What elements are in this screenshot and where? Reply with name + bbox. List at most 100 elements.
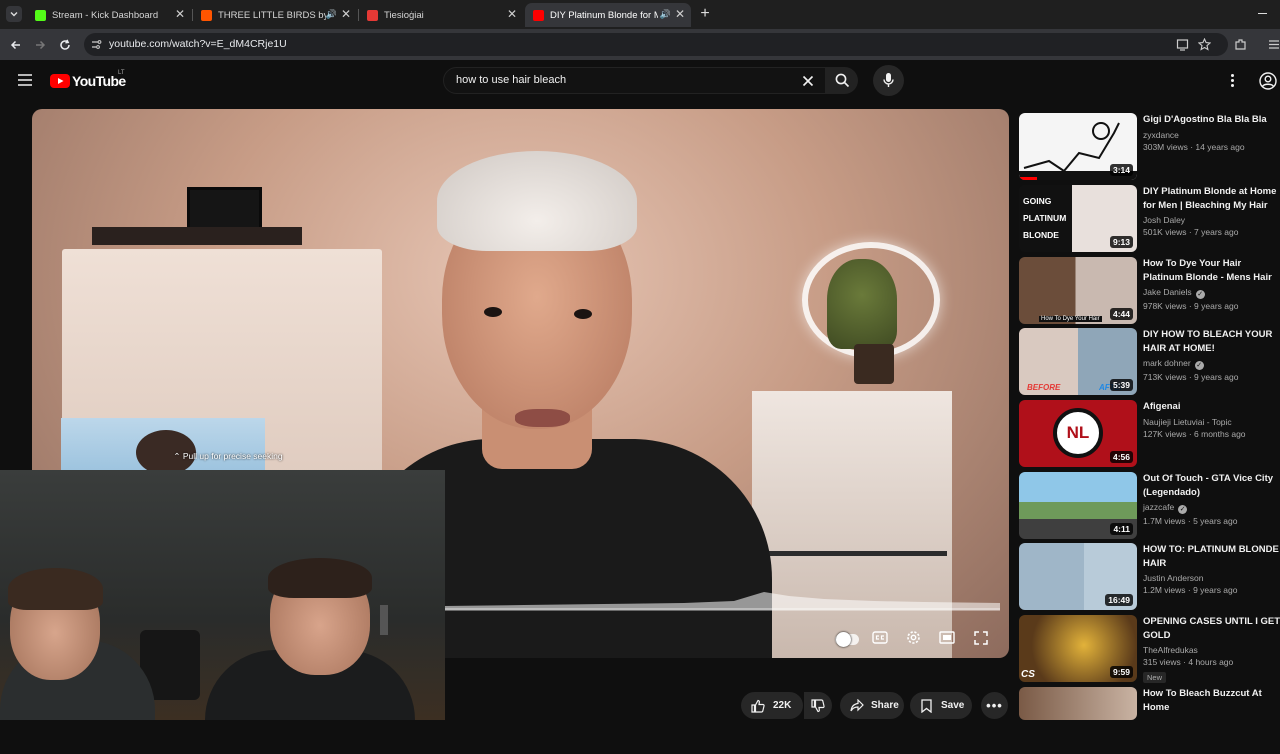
video-duration: 16:49 <box>1105 594 1133 606</box>
progress-track[interactable] <box>444 608 1000 611</box>
account-avatar-icon[interactable] <box>1259 72 1277 90</box>
video-duration: 9:13 <box>1109 236 1133 248</box>
share-button[interactable]: Share <box>840 692 904 719</box>
bookmark-star-icon[interactable] <box>1198 38 1211 51</box>
recommendation-item[interactable]: 16:49 HOW TO: PLATINUM BLONDE HAIR Justin … <box>1019 543 1280 610</box>
clear-search-icon[interactable] <box>802 75 814 87</box>
country-code: LT <box>118 70 125 76</box>
dislike-button[interactable] <box>804 692 832 719</box>
channel-name[interactable]: Josh Daley <box>1143 215 1185 225</box>
browser-toolbar: youtube.com/watch?v=E_dM4CRje1U <box>0 29 1280 60</box>
channel-name[interactable]: zyxdance <box>1143 130 1179 140</box>
like-button[interactable]: 22K <box>741 692 803 719</box>
recommendation-item[interactable]: How To Dye Your Hair 4:44 How To Dye Your … <box>1019 257 1280 324</box>
minimize-window-button[interactable] <box>1258 13 1267 14</box>
streamer-left-hair <box>8 568 103 610</box>
voice-search-button[interactable] <box>873 65 904 96</box>
recommendation-item[interactable]: 4:11 Out Of Touch - GTA Vice City (Legend… <box>1019 472 1280 539</box>
search-icon <box>835 73 850 88</box>
channel-name-row[interactable]: zyxdance <box>1143 130 1280 140</box>
video-title[interactable]: Afigenai <box>1143 400 1280 414</box>
reload-icon[interactable] <box>58 38 72 52</box>
channel-name[interactable]: jazzcafe <box>1143 502 1174 512</box>
video-duration: 9:59 <box>1109 666 1133 678</box>
close-tab-icon[interactable]: ✕ <box>175 7 185 21</box>
save-button[interactable]: Save <box>910 692 972 719</box>
speaker-icon[interactable]: 🔊 <box>660 9 671 20</box>
channel-name-row[interactable]: TheAlfredukas <box>1143 645 1280 655</box>
video-title[interactable]: DIY Platinum Blonde at Home for Men | Bl… <box>1143 185 1280 212</box>
video-thumbnail[interactable]: BEFOREAFTER5:39 <box>1019 328 1137 395</box>
browser-tab-kick[interactable]: Stream - Kick Dashboard ✕ <box>27 3 191 27</box>
side-panel-icon[interactable] <box>1268 38 1280 51</box>
presenter-eye-left <box>484 307 502 317</box>
address-bar[interactable]: youtube.com/watch?v=E_dM4CRje1U <box>84 33 1228 56</box>
recommendation-item[interactable]: GOING PLATINUM BLONDE 9:13 DIY Platinum Blon… <box>1019 185 1280 252</box>
channel-name[interactable]: TheAlfredukas <box>1143 645 1198 655</box>
back-arrow-icon[interactable] <box>9 38 23 52</box>
channel-name[interactable]: Naujieji Lietuviai - Topic <box>1143 417 1232 427</box>
video-title[interactable]: How To Dye Your Hair Platinum Blonde - M… <box>1143 257 1280 284</box>
channel-name-row[interactable]: Jake Daniels ✓ <box>1143 287 1280 299</box>
theater-mode-icon[interactable] <box>939 631 955 644</box>
channel-name-row[interactable]: jazzcafe ✓ <box>1143 502 1280 514</box>
search-button[interactable] <box>826 67 858 94</box>
channel-name[interactable]: Justin Anderson <box>1143 573 1203 583</box>
video-info: How To Dye Your Hair Platinum Blonde - M… <box>1143 257 1280 311</box>
browser-tab-youtube-active[interactable]: DIY Platinum Blonde for Me 🔊 ✕ <box>525 3 691 27</box>
browser-tab-strip: Stream - Kick Dashboard ✕ THREE LITTLE B… <box>0 0 1280 29</box>
browser-tab-tiesiogiai[interactable]: Tiesioġiai ✕ <box>359 3 523 27</box>
recommendation-item[interactable]: BEFOREAFTER5:39DIY HOW TO BLEACH YOUR HA… <box>1019 328 1280 395</box>
video-thumbnail[interactable]: CS 9:59 <box>1019 615 1137 682</box>
video-thumbnail[interactable] <box>1019 687 1137 720</box>
video-thumbnail[interactable]: 16:49 <box>1019 543 1137 610</box>
recommendation-item[interactable]: 3:14 Gigi D'Agostino Bla Bla Bla zyxdance 3… <box>1019 113 1280 180</box>
recommendation-item[interactable]: How To Bleach Buzzcut At Home <box>1019 687 1280 754</box>
speaker-icon[interactable]: 🔊 <box>326 9 337 20</box>
video-title[interactable]: HOW TO: PLATINUM BLONDE HAIR <box>1143 543 1280 570</box>
close-tab-icon[interactable]: ✕ <box>507 7 517 21</box>
new-tab-button[interactable]: + <box>696 5 714 23</box>
channel-name-row[interactable]: mark dohner ✓ <box>1143 358 1280 370</box>
extensions-puzzle-icon[interactable] <box>1234 38 1247 51</box>
thumbnail-cs-logo: CS <box>1021 669 1035 680</box>
channel-name[interactable]: mark dohner <box>1143 358 1191 368</box>
browser-tab-three-little-birds[interactable]: THREE LITTLE BIRDS by Bob 🔊 ✕ <box>193 3 357 27</box>
thumbnail-caption: How To Dye Your Hair <box>1039 316 1102 322</box>
captions-icon[interactable] <box>872 631 888 644</box>
recommendation-item[interactable]: CS 9:59 OPENING CASES UNTIL I GET GOLD TheA… <box>1019 615 1280 683</box>
close-tab-icon[interactable]: ✕ <box>675 7 685 21</box>
search-input[interactable]: how to use hair bleach <box>456 74 566 86</box>
channel-name-row[interactable]: Naujieji Lietuviai - Topic <box>1143 417 1280 427</box>
video-title[interactable]: Gigi D'Agostino Bla Bla Bla <box>1143 113 1280 127</box>
more-actions-button[interactable]: ••• <box>981 692 1008 719</box>
settings-gear-icon[interactable] <box>906 630 921 645</box>
channel-name-row[interactable]: Justin Anderson <box>1143 573 1280 583</box>
recommendation-item[interactable]: NL 4:56 Afigenai Naujieji Lietuviai - Topic… <box>1019 400 1280 467</box>
fullscreen-icon[interactable] <box>974 631 988 645</box>
channel-name[interactable]: Jake Daniels <box>1143 287 1192 297</box>
video-title[interactable]: Out Of Touch - GTA Vice City (Legendado) <box>1143 472 1280 499</box>
autoplay-toggle[interactable] <box>832 628 862 650</box>
video-info: DIY HOW TO BLEACH YOUR HAIR AT HOME! mark… <box>1143 328 1280 382</box>
more-options-icon[interactable] <box>1228 73 1238 89</box>
search-box[interactable]: how to use hair bleach <box>443 67 826 94</box>
close-tab-icon[interactable]: ✕ <box>341 7 351 21</box>
video-title[interactable]: DIY HOW TO BLEACH YOUR HAIR AT HOME! <box>1143 328 1280 355</box>
video-thumbnail[interactable]: 4:11 <box>1019 472 1137 539</box>
video-title[interactable]: OPENING CASES UNTIL I GET GOLD <box>1143 615 1280 642</box>
forward-arrow-icon[interactable] <box>33 38 47 52</box>
video-meta: 501K views · 7 years ago <box>1143 227 1239 237</box>
channel-name-row[interactable]: Josh Daley <box>1143 215 1280 225</box>
hamburger-menu-icon[interactable] <box>17 73 33 87</box>
video-thumbnail[interactable]: GOING PLATINUM BLONDE 9:13 <box>1019 185 1137 252</box>
video-thumbnail[interactable]: 3:14 <box>1019 113 1137 180</box>
site-info-icon[interactable] <box>91 39 102 50</box>
scene-cabinet-stripe <box>747 551 947 556</box>
cast-icon[interactable] <box>1176 38 1189 51</box>
video-thumbnail[interactable]: How To Dye Your Hair 4:44 <box>1019 257 1137 324</box>
youtube-logo[interactable]: YouTube LT <box>50 70 130 92</box>
video-title[interactable]: How To Bleach Buzzcut At Home <box>1143 687 1280 714</box>
video-thumbnail[interactable]: NL 4:56 <box>1019 400 1137 467</box>
tab-search-button[interactable] <box>6 6 22 22</box>
